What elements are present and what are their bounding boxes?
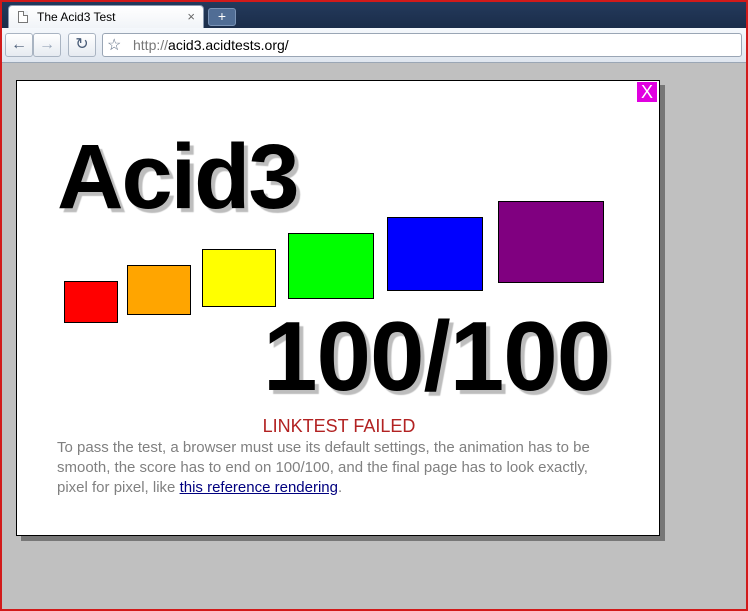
reload-button[interactable]: ↻	[68, 33, 96, 57]
url-host: acid3.acidtests.org/	[168, 37, 289, 53]
bucket-3	[202, 249, 276, 307]
reference-rendering-link[interactable]: this reference rendering	[180, 479, 338, 496]
tab-strip: The Acid3 Test × +	[2, 2, 746, 28]
bucket-5	[387, 217, 483, 291]
bucket-4	[288, 233, 374, 299]
tab-title: The Acid3 Test	[37, 10, 116, 24]
bucket-2	[127, 265, 191, 315]
bucket-6	[498, 201, 604, 283]
tab-acid3[interactable]: The Acid3 Test ×	[8, 5, 204, 28]
linktest-status: LINKTEST FAILED	[262, 416, 416, 436]
address-bar[interactable]: ☆ http://acid3.acidtests.org/	[102, 33, 742, 57]
url-text: http://acid3.acidtests.org/	[133, 37, 289, 53]
new-tab-button[interactable]: +	[208, 8, 236, 26]
test-title: Acid3	[57, 126, 300, 228]
bookmark-star-icon[interactable]: ☆	[107, 35, 121, 55]
page-icon	[18, 11, 28, 23]
score: 100/100	[263, 301, 611, 411]
description-end: .	[338, 479, 343, 496]
test-description: To pass the test, a browser must use its…	[57, 438, 617, 498]
toolbar: ← → ↻ ☆ http://acid3.acidtests.org/	[2, 28, 746, 63]
back-button[interactable]: ←	[5, 33, 33, 57]
acid3-test-box: X Acid3 100/100 LINKTEST FAILED To pass …	[16, 80, 660, 536]
forward-button[interactable]: →	[33, 33, 61, 57]
url-scheme: http://	[133, 37, 169, 53]
bucket-1	[64, 281, 118, 323]
close-test-button[interactable]: X	[637, 82, 657, 102]
tab-close-icon[interactable]: ×	[187, 9, 195, 24]
